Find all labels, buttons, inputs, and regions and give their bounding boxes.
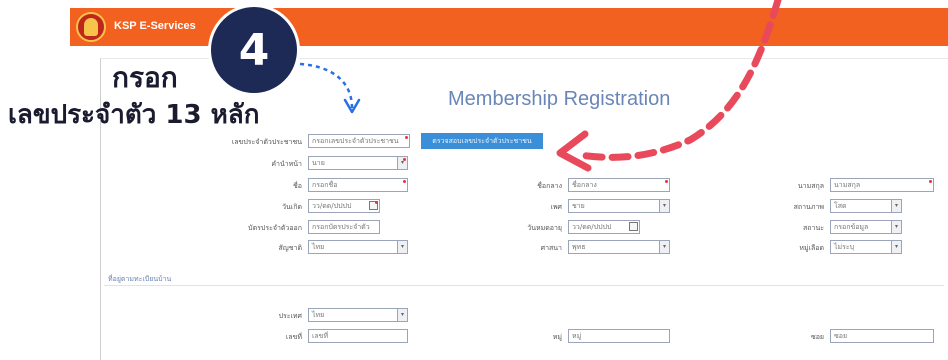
red-dashed-arrow <box>576 0 782 161</box>
annotation-arrows <box>299 0 782 172</box>
blue-dotted-arrow <box>299 62 354 109</box>
red-arrow-head-icon <box>556 130 592 172</box>
